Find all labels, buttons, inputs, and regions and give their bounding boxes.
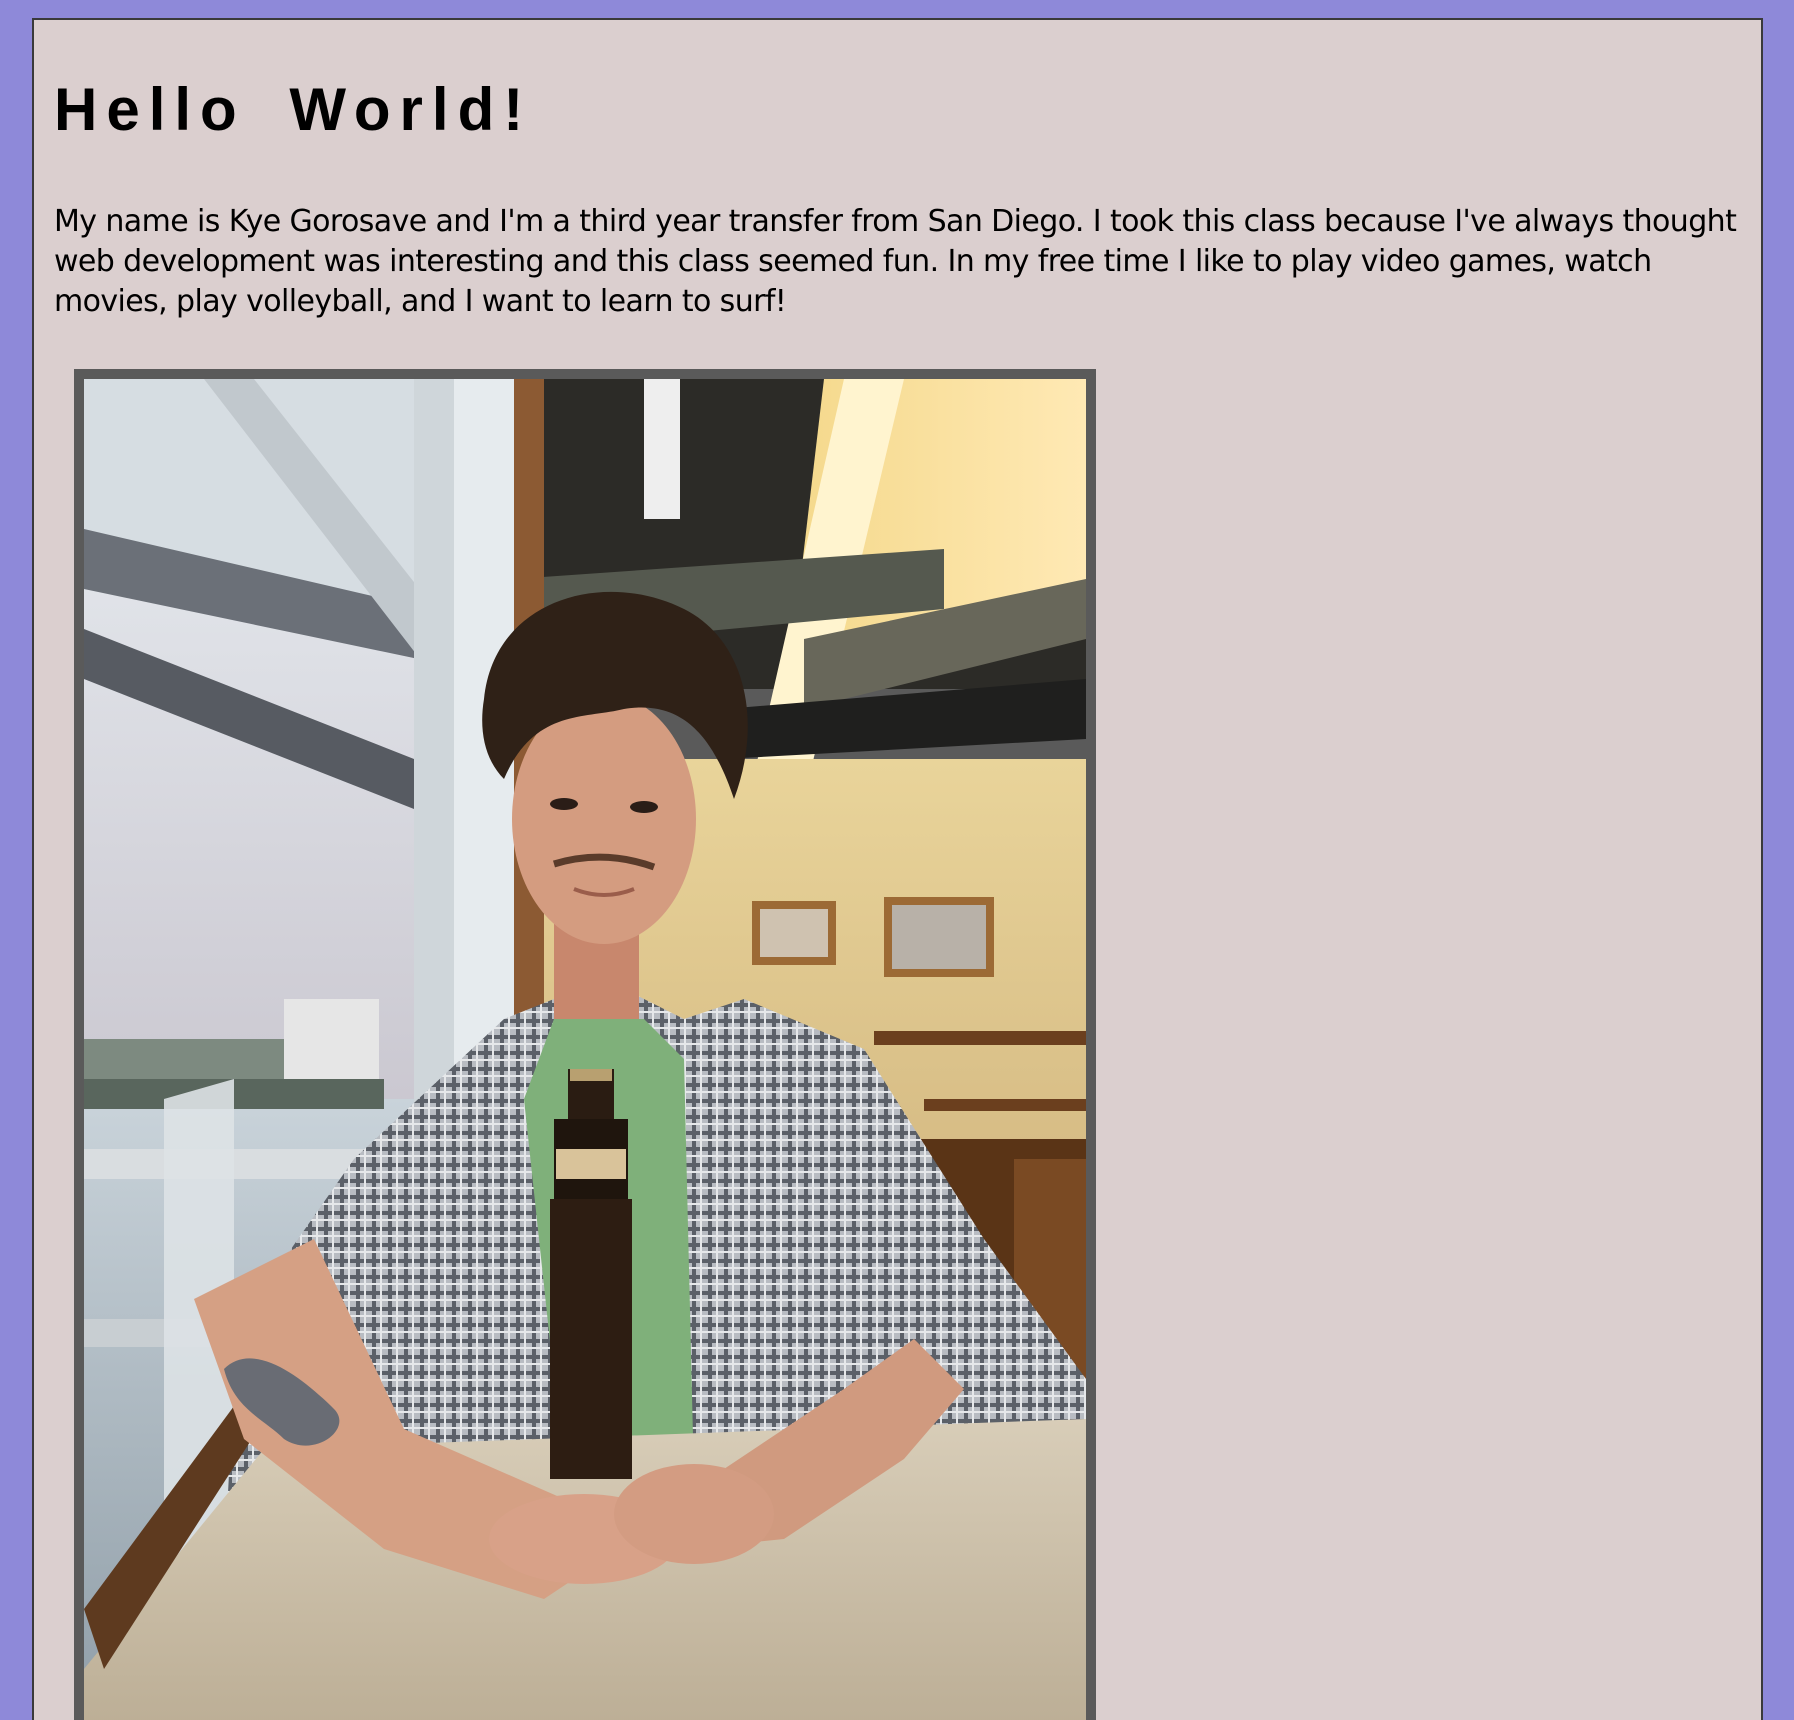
page-title: Hello World! [54, 76, 533, 143]
portrait-photo [84, 379, 1086, 1720]
photo-frame [74, 369, 1096, 1720]
intro-paragraph: My name is Kye Gorosave and I'm a third … [54, 204, 1737, 319]
content-card: Hello World! My name is Kye Gorosave and… [32, 18, 1763, 1720]
